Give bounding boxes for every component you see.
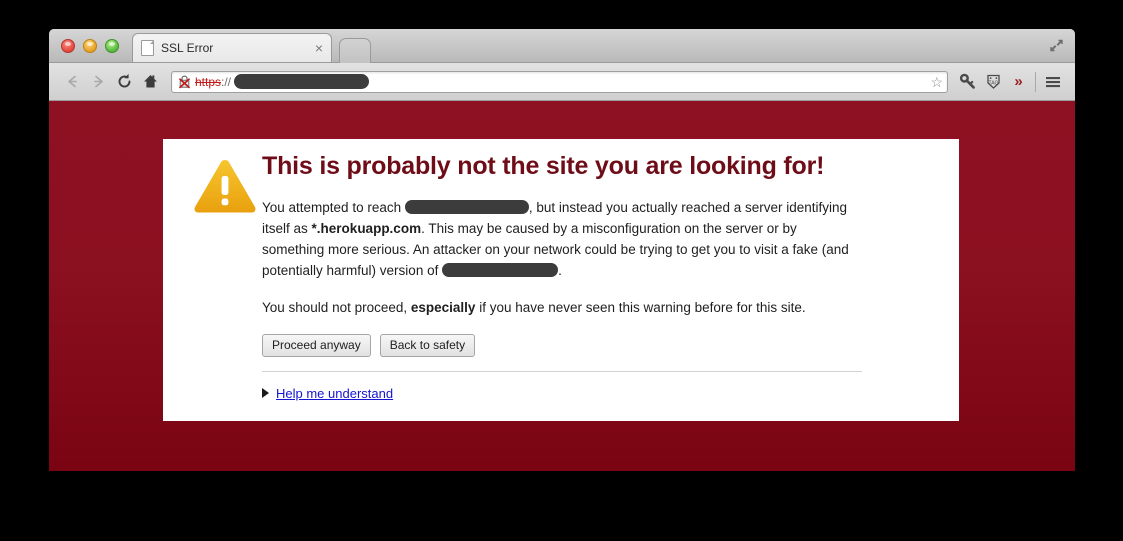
warning-paragraph-1: You attempted to reach , but instead you… <box>262 197 862 281</box>
warning-content: This is probably not the site you are lo… <box>262 152 929 401</box>
fullscreen-diagonal-arrows-icon[interactable] <box>1047 36 1066 55</box>
menu-hamburger-icon[interactable] <box>1040 69 1065 95</box>
key-icon[interactable] <box>956 69 981 95</box>
redacted-hostname-2 <box>442 262 559 277</box>
address-bar[interactable]: https :// ☆ <box>171 70 948 93</box>
help-disclosure-row[interactable]: Help me understand <box>262 386 929 401</box>
overflow-chevron-icon[interactable]: » <box>1006 69 1031 95</box>
bookmark-star-icon[interactable]: ☆ <box>930 74 943 90</box>
back-to-safety-button[interactable]: Back to safety <box>379 333 476 357</box>
tab-title: SSL Error <box>161 41 214 55</box>
price-tag-icon[interactable]: TAG <box>981 69 1006 95</box>
page-viewport: This is probably not the site you are lo… <box>49 101 1075 471</box>
back-button[interactable] <box>59 69 85 95</box>
url-scheme: https <box>195 74 222 89</box>
server-name: *.herokuapp.com <box>311 220 422 236</box>
browser-tab[interactable]: SSL Error × <box>132 33 332 62</box>
new-tab-button[interactable] <box>339 38 371 63</box>
paragraph2-part2: if you have never seen this warning befo… <box>479 299 806 315</box>
browser-toolbar: https :// ☆ TAG » <box>49 63 1075 101</box>
home-button[interactable] <box>137 69 163 95</box>
window-close-button[interactable] <box>61 39 75 53</box>
chevron-right-icon[interactable] <box>262 388 269 398</box>
paragraph2-emphasis: especially <box>410 299 476 315</box>
screenshot-root: SSL Error × https:// ☆ TAG » This is pr… <box>0 0 1123 541</box>
window-maximize-button[interactable] <box>105 39 119 53</box>
url-host-redacted <box>234 74 370 89</box>
paragraph1-part1: You attempted to reach <box>262 199 402 215</box>
window-minimize-button[interactable] <box>83 39 97 53</box>
forward-button[interactable] <box>85 69 111 95</box>
warning-paragraph-2: You should not proceed, especially if yo… <box>262 297 862 318</box>
window-controls <box>61 39 119 53</box>
toolbar-divider <box>1035 71 1036 92</box>
action-buttons: Proceed anyway Back to safety <box>262 333 929 357</box>
content-divider <box>262 370 862 372</box>
browser-window: SSL Error × https:// ☆ TAG » This is pr… <box>49 29 1075 471</box>
paragraph1-part4: . <box>558 262 562 278</box>
ssl-warning-card: This is probably not the site you are lo… <box>163 139 959 421</box>
tab-close-icon[interactable]: × <box>309 41 323 55</box>
svg-text:TAG: TAG <box>989 80 999 86</box>
url-separator: :// <box>221 74 232 89</box>
help-me-understand-link[interactable]: Help me understand <box>276 386 393 401</box>
broken-ssl-padlock-icon[interactable] <box>177 74 192 89</box>
redacted-hostname-1 <box>404 199 529 214</box>
warning-triangle-icon <box>192 157 258 215</box>
proceed-anyway-button[interactable]: Proceed anyway <box>262 333 371 357</box>
tab-bar: SSL Error × <box>49 29 1075 63</box>
reload-button[interactable] <box>111 69 137 95</box>
page-title: This is probably not the site you are lo… <box>262 152 825 180</box>
page-document-icon <box>141 40 154 56</box>
paragraph2-part1: You should not proceed, <box>262 299 408 315</box>
